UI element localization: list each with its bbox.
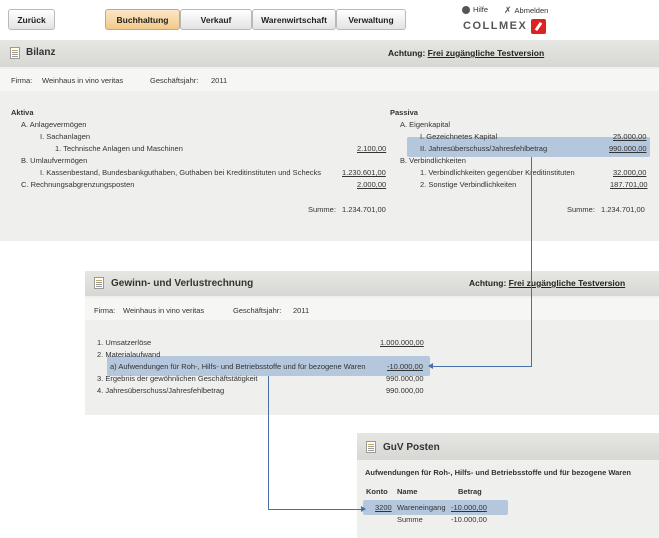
posten-sum-value: -10.000,00 — [451, 515, 487, 524]
aktiva-sum-value: 1.234.701,00 — [342, 205, 386, 214]
aktiva-c: C. Rechnungsabgrenzungsposten — [21, 180, 135, 189]
help-link[interactable]: Hilfe — [462, 5, 488, 14]
test-version-warning: Achtung: Frei zugängliche Testversion — [388, 48, 545, 58]
passiva-a2: II. Jahresüberschuss/Jahresfehlbetrag — [420, 144, 548, 153]
passiva-b2: 2. Sonstige Verbindlichkeiten — [420, 180, 517, 189]
aktiva-b: B. Umlaufvermögen — [21, 156, 88, 165]
col-name: Name — [397, 487, 418, 496]
posten-sum-label: Summe — [397, 515, 423, 524]
brand-logo: COLLMEX — [463, 20, 528, 32]
posten-title: GuV Posten — [383, 442, 440, 453]
guv-panel: Gewinn- und Verlustrechnung Achtung: Fre… — [85, 271, 659, 415]
help-icon — [462, 5, 470, 14]
firma-label: Firma: — [94, 306, 116, 315]
connector-line — [531, 157, 532, 367]
guv-row-umsatzerloese-value[interactable]: 1.000.000,00 — [380, 338, 424, 347]
guv-info-bar: Firma: Weinhaus in vino veritas Geschäft… — [85, 298, 659, 320]
passiva-a1-value[interactable]: 25.000,00 — [613, 132, 646, 141]
passiva-b1-value[interactable]: 32.000,00 — [613, 168, 646, 177]
aktiva-c-value[interactable]: 2.000,00 — [357, 180, 386, 189]
geschaeftsjahr-value: 2011 — [211, 76, 228, 85]
arrow-head-icon — [361, 506, 366, 512]
geschaeftsjahr-value: 2011 — [293, 306, 310, 315]
passiva-a1: I. Gezeichnetes Kapital — [420, 132, 498, 141]
aktiva-heading: Aktiva — [11, 108, 34, 117]
help-label: Hilfe — [473, 5, 489, 14]
guv-row-aufwendungen-value[interactable]: -10.000,00 — [387, 362, 423, 371]
page-title: Bilanz — [26, 47, 56, 58]
aktiva-a: A. Anlagevermögen — [21, 120, 87, 129]
col-konto: Konto — [366, 487, 388, 496]
posten-betrag-link[interactable]: -10.000,00 — [451, 503, 487, 512]
bilanz-panel: Bilanz Achtung: Frei zugängliche Testver… — [0, 40, 659, 241]
aktiva-a1: I. Sachanlagen — [40, 132, 91, 141]
guv-row-ergebnis: 3. Ergebnis der gewöhnlichen Geschäftstä… — [97, 374, 258, 383]
geschaeftsjahr-label: Geschäftsjahr: — [150, 76, 199, 85]
guv-row-ergebnis-value: 990.000,00 — [386, 374, 424, 383]
connector-line — [268, 509, 363, 510]
bilanz-header: Bilanz Achtung: Frei zugängliche Testver… — [0, 40, 659, 67]
aktiva-b1-value[interactable]: 1.230.601,00 — [342, 168, 386, 177]
posten-name: Wareneingang — [397, 503, 446, 512]
passiva-sum-value: 1.234.701,00 — [601, 205, 645, 214]
arrow-head-icon — [428, 363, 433, 369]
document-icon — [366, 441, 376, 453]
logout-label: Abmelden — [514, 6, 549, 15]
guv-title: Gewinn- und Verlustrechnung — [111, 278, 254, 289]
firma-label: Firma: — [11, 76, 33, 85]
guv-header: Gewinn- und Verlustrechnung Achtung: Fre… — [85, 271, 659, 296]
guv-row-materialaufwand: 2. Materialaufwand — [97, 350, 161, 359]
passiva-sum-label: Summe: — [567, 205, 595, 214]
logout-icon: ✗ — [504, 5, 512, 15]
aktiva-a11: 1. Technische Anlagen und Maschinen — [55, 144, 183, 153]
aktiva-a11-value[interactable]: 2.100,00 — [357, 144, 386, 153]
tab-buchhaltung[interactable]: Buchhaltung — [105, 9, 180, 30]
passiva-a2-value[interactable]: 990.000,00 — [609, 144, 647, 153]
tab-verwaltung[interactable]: Verwaltung — [336, 9, 406, 30]
guv-row-umsatzerloese: 1. Umsatzerlöse — [97, 338, 152, 347]
passiva-a: A. Eigenkapital — [400, 120, 451, 129]
tab-warenwirtschaft[interactable]: Warenwirtschaft — [252, 9, 336, 30]
document-icon — [10, 47, 20, 59]
passiva-heading: Passiva — [390, 108, 418, 117]
passiva-b2-value[interactable]: 187.701,00 — [610, 180, 648, 189]
passiva-b: B. Verbindlichkeiten — [400, 156, 466, 165]
aktiva-b1: I. Kassenbestand, Bundesbankguthaben, Gu… — [40, 168, 322, 177]
connector-line — [268, 376, 269, 509]
test-version-link[interactable]: Frei zugängliche Testversion — [428, 48, 545, 58]
posten-konto-link[interactable]: 3200 — [375, 503, 392, 512]
posten-subtitle: Aufwendungen für Roh-, Hilfs- und Betrie… — [365, 468, 631, 477]
test-version-link[interactable]: Frei zugängliche Testversion — [509, 278, 626, 288]
guv-row-jahresueberschuss-value: 990.000,00 — [386, 386, 424, 395]
guv-posten-panel: GuV Posten Aufwendungen für Roh-, Hilfs-… — [357, 433, 659, 538]
aktiva-sum-label: Summe: — [308, 205, 336, 214]
col-betrag: Betrag — [458, 487, 482, 496]
brand-logo-icon — [531, 19, 546, 34]
firma-value: Weinhaus in vino veritas — [42, 76, 124, 85]
geschaeftsjahr-label: Geschäftsjahr: — [233, 306, 282, 315]
tab-verkauf[interactable]: Verkauf — [180, 9, 252, 30]
test-version-warning: Achtung: Frei zugängliche Testversion — [469, 278, 626, 288]
connector-line — [432, 366, 532, 367]
posten-header: GuV Posten — [357, 433, 659, 460]
document-icon — [94, 277, 104, 289]
top-toolbar: Zurück Buchhaltung Verkauf Warenwirtscha… — [0, 0, 659, 40]
firma-value: Weinhaus in vino veritas — [123, 306, 205, 315]
logout-link[interactable]: ✗ Abmelden — [504, 5, 548, 16]
guv-row-aufwendungen: a) Aufwendungen für Roh-, Hilfs- und Bet… — [110, 362, 366, 371]
guv-row-jahresueberschuss: 4. Jahresüberschuss/Jahresfehlbetrag — [97, 386, 225, 395]
passiva-b1: 1. Verbindlichkeiten gegenüber Kreditins… — [420, 168, 575, 177]
bilanz-info-bar: Firma: Weinhaus in vino veritas Geschäft… — [0, 69, 659, 91]
back-button[interactable]: Zurück — [8, 9, 55, 30]
